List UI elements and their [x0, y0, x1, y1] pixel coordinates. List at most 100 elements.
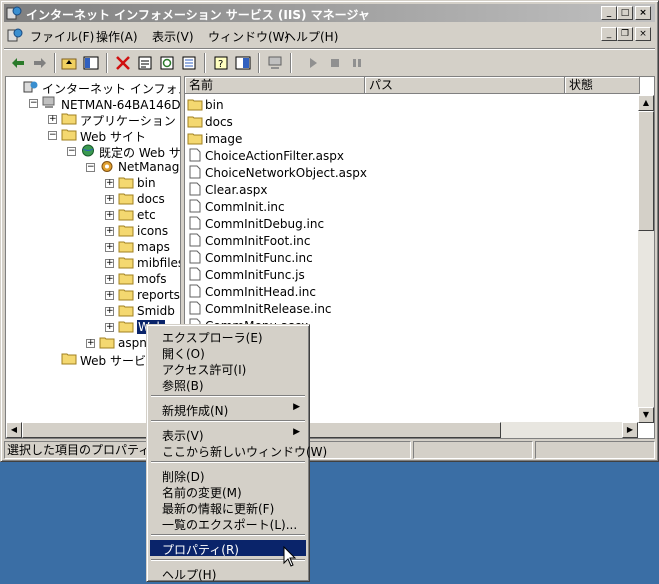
- expand-icon[interactable]: +: [105, 307, 114, 316]
- context-menu-item[interactable]: アクセス許可(I): [150, 360, 306, 377]
- show-hide-tree-icon[interactable]: [82, 54, 100, 72]
- context-menu-item[interactable]: 表示(V) ▶: [150, 426, 306, 443]
- computer-icon[interactable]: [266, 54, 284, 72]
- title-bar[interactable]: インターネット インフォメーション サービス (IIS) マネージャ _ □ ×: [4, 4, 655, 22]
- menu-help[interactable]: ヘルプ(H): [284, 28, 338, 45]
- expand-icon[interactable]: +: [105, 275, 114, 284]
- list-item-name: CommInitHead.inc: [205, 285, 317, 299]
- pause-icon[interactable]: [348, 54, 366, 72]
- status-panel-3: [413, 441, 533, 459]
- list-item[interactable]: CommInitFoot.inc: [187, 232, 487, 249]
- list-item[interactable]: bin: [187, 96, 487, 113]
- tree-node[interactable]: − Web サイト: [6, 127, 180, 144]
- file-icon: [189, 216, 201, 230]
- child-restore-button[interactable]: ❐: [617, 27, 633, 41]
- column-header-status[interactable]: 状態: [565, 77, 640, 94]
- context-menu-item[interactable]: 削除(D): [150, 467, 306, 484]
- list-item[interactable]: ChoiceActionFilter.aspx: [187, 147, 487, 164]
- tree-node[interactable]: + etc: [6, 207, 180, 223]
- maximize-button[interactable]: □: [617, 6, 633, 20]
- list-item-name: CommInitDebug.inc: [205, 217, 325, 231]
- context-menu-item[interactable]: ここから新しいウィンドウ(W): [150, 442, 327, 459]
- help-icon[interactable]: ?: [212, 54, 230, 72]
- list-item[interactable]: CommInitFunc.js: [187, 266, 487, 283]
- expand-icon[interactable]: +: [105, 243, 114, 252]
- context-menu-item-label: ここから新しいウィンドウ(W): [162, 445, 328, 459]
- tree-node-label: icons: [137, 224, 169, 238]
- context-menu-item[interactable]: 名前の変更(M): [150, 483, 306, 500]
- list-item[interactable]: CommInitFunc.inc: [187, 249, 487, 266]
- menu-separator: [151, 395, 305, 397]
- stop-icon[interactable]: [326, 54, 344, 72]
- expand-icon[interactable]: +: [105, 179, 114, 188]
- tree-node[interactable]: − NetManager: [6, 159, 180, 175]
- list-item[interactable]: CommInitHead.inc: [187, 283, 487, 300]
- start-icon[interactable]: [304, 54, 322, 72]
- tree-node[interactable]: + mofs: [6, 271, 180, 287]
- list-item[interactable]: image: [187, 130, 487, 147]
- tree-node[interactable]: インターネット インフォメーション: [6, 79, 180, 96]
- collapse-icon[interactable]: −: [86, 163, 95, 172]
- minimize-button[interactable]: _: [601, 6, 617, 20]
- expand-icon[interactable]: +: [105, 195, 114, 204]
- menu-view[interactable]: 表示(V): [152, 28, 194, 45]
- tree-node[interactable]: +アプリケーション プール: [6, 111, 180, 128]
- tree-node[interactable]: + reports: [6, 287, 180, 303]
- list-item[interactable]: CommInitRelease.inc: [187, 300, 487, 317]
- context-menu-item[interactable]: 新規作成(N) ▶: [150, 401, 306, 418]
- close-button[interactable]: ×: [635, 6, 651, 20]
- column-header-path[interactable]: パス: [365, 77, 565, 94]
- context-menu-item[interactable]: 参照(B): [150, 376, 306, 393]
- tree-node[interactable]: + Smidb: [6, 303, 180, 319]
- refresh-icon[interactable]: [158, 54, 176, 72]
- list-item[interactable]: ChoiceNetworkObject.aspx: [187, 164, 487, 181]
- menu-file[interactable]: ファイル(F): [30, 28, 94, 45]
- back-arrow-icon[interactable]: [9, 54, 27, 72]
- console-tree-icon[interactable]: [234, 54, 252, 72]
- expand-icon[interactable]: +: [105, 211, 114, 220]
- collapse-icon[interactable]: −: [67, 147, 76, 156]
- list-item-name: bin: [205, 98, 224, 112]
- child-minimize-button[interactable]: _: [601, 27, 617, 41]
- folder-icon: [118, 225, 134, 237]
- export-list-icon[interactable]: [180, 54, 198, 72]
- context-menu-item-label: 新規作成(N): [162, 404, 229, 418]
- expand-icon[interactable]: +: [48, 115, 57, 124]
- expand-icon[interactable]: +: [86, 339, 95, 348]
- list-vertical-scrollbar[interactable]: ▲ ▼: [638, 95, 654, 423]
- context-menu-item[interactable]: 開く(O): [150, 344, 306, 361]
- tree-node[interactable]: + icons: [6, 223, 180, 239]
- folder-icon: [61, 129, 77, 141]
- expand-icon[interactable]: +: [105, 323, 114, 332]
- expand-icon[interactable]: +: [105, 227, 114, 236]
- menu-window[interactable]: ウィンドウ(W): [208, 28, 289, 45]
- list-item-name: image: [205, 132, 243, 146]
- properties-icon[interactable]: [136, 54, 154, 72]
- up-folder-icon[interactable]: [60, 54, 78, 72]
- mmc-icon[interactable]: [7, 27, 23, 43]
- delete-icon[interactable]: [114, 54, 132, 72]
- tree-node[interactable]: + maps: [6, 239, 180, 255]
- context-menu-item[interactable]: エクスプローラ(E): [150, 328, 306, 345]
- list-item[interactable]: CommInitDebug.inc: [187, 215, 487, 232]
- list-item[interactable]: Clear.aspx: [187, 181, 487, 198]
- context-menu-item[interactable]: 最新の情報に更新(F): [150, 499, 306, 516]
- forward-arrow-icon[interactable]: [31, 54, 49, 72]
- expand-icon[interactable]: +: [105, 259, 114, 268]
- collapse-icon[interactable]: −: [48, 131, 57, 140]
- menu-action[interactable]: 操作(A): [96, 28, 138, 45]
- list-item[interactable]: CommInit.inc: [187, 198, 487, 215]
- expand-icon[interactable]: +: [105, 291, 114, 300]
- child-close-button[interactable]: ×: [635, 27, 651, 41]
- tree-node[interactable]: −既定の Web サイト: [6, 143, 180, 160]
- tree-node[interactable]: + mibfiles: [6, 255, 180, 271]
- iis-icon: [23, 81, 38, 93]
- folder-icon: [187, 99, 203, 111]
- list-item[interactable]: docs: [187, 113, 487, 130]
- tree-node[interactable]: + bin: [6, 175, 180, 191]
- tree-node[interactable]: + docs: [6, 191, 180, 207]
- column-header-name[interactable]: 名前: [185, 77, 365, 94]
- collapse-icon[interactable]: −: [29, 99, 38, 108]
- context-menu-item[interactable]: 一覧のエクスポート(L)...: [150, 515, 306, 532]
- tree-node[interactable]: −NETMAN-64BA146D (ロー: [6, 95, 180, 112]
